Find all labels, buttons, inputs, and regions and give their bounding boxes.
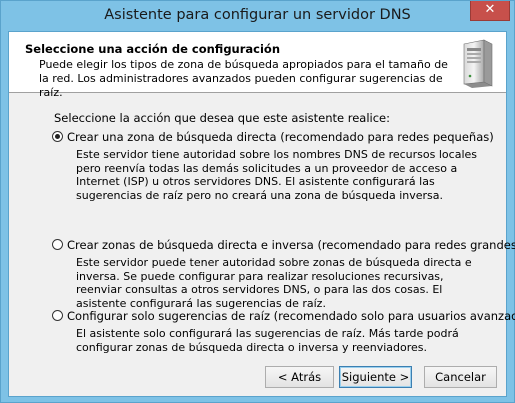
option-forward-zone-label[interactable]: Crear una zona de búsqueda directa (reco… (67, 130, 494, 144)
selection-prompt: Seleccione la acción que desea que este … (54, 111, 390, 125)
option-root-hints-label[interactable]: Configurar solo sugerencias de raíz (rec… (67, 309, 515, 323)
option-root-hints-description: El asistente solo configurará las sugere… (76, 327, 459, 354)
wizard-client-area: Seleccione una acción de configuración P… (8, 31, 515, 397)
option-forward-reverse-zones-description: Este servidor puede tener autoridad sobr… (76, 256, 472, 310)
wizard-header: Seleccione una acción de configuración P… (9, 32, 506, 99)
next-button[interactable]: Siguiente > (339, 366, 412, 388)
option-forward-reverse-zones-label[interactable]: Crear zonas de búsqueda directa e invers… (67, 238, 515, 252)
option-forward-zone-description: Este servidor tiene autoridad sobre los … (76, 148, 477, 202)
cancel-button[interactable]: Cancelar (424, 366, 497, 388)
radio-root-hints[interactable] (52, 310, 63, 321)
dns-wizard-window: Asistente para configurar un servidor DN… (0, 0, 515, 403)
title-bar[interactable]: Asistente para configurar un servidor DN… (1, 1, 514, 31)
header-title: Seleccione una acción de configuración (25, 42, 281, 56)
close-button[interactable]: ✕ (470, 1, 510, 21)
wizard-body: Seleccione la acción que desea que este … (9, 93, 515, 355)
close-icon: ✕ (484, 2, 496, 17)
window-title: Asistente para configurar un servidor DN… (104, 7, 411, 23)
server-icon (463, 39, 493, 88)
back-button[interactable]: < Atrás (265, 366, 334, 388)
radio-forward-zone[interactable] (52, 131, 63, 142)
radio-forward-reverse-zones[interactable] (52, 239, 63, 250)
